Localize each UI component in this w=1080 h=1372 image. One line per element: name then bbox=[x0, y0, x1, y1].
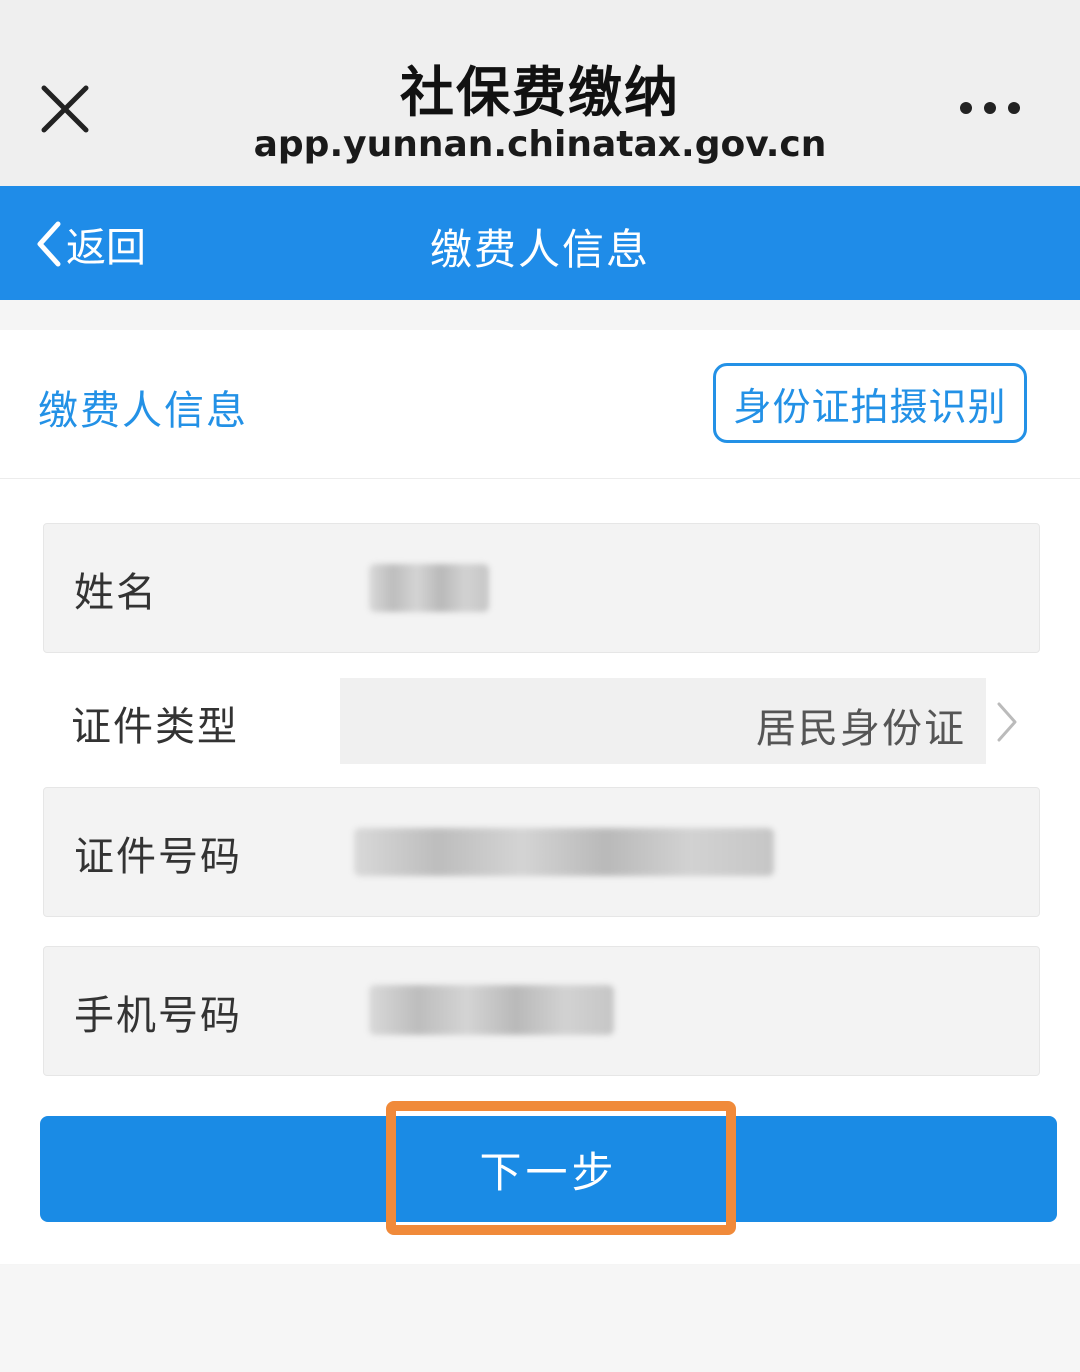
section-title: 缴费人信息 bbox=[38, 388, 248, 434]
app-title: 社保费缴纳 bbox=[400, 61, 680, 124]
phone-field[interactable]: 手机号码 bbox=[43, 946, 1040, 1076]
nav-bar: 返回 缴费人信息 bbox=[0, 186, 1080, 300]
app-url: app.yunnan.chinatax.gov.cn bbox=[253, 124, 827, 165]
id-scan-button[interactable]: 身份证拍摄识别 bbox=[713, 363, 1027, 443]
app-top-bar: 社保费缴纳 app.yunnan.chinatax.gov.cn bbox=[0, 0, 1080, 186]
name-value-redacted bbox=[369, 564, 489, 612]
page-title: 缴费人信息 bbox=[429, 225, 650, 274]
id-number-field[interactable]: 证件号码 bbox=[43, 787, 1040, 917]
more-icon[interactable] bbox=[954, 92, 1026, 124]
next-step-button[interactable]: 下一步 bbox=[40, 1116, 1057, 1222]
section-header: 缴费人信息 身份证拍摄识别 bbox=[0, 330, 1080, 479]
chevron-right-icon bbox=[997, 702, 1017, 742]
phone-value-redacted bbox=[369, 985, 614, 1035]
id-number-label: 证件号码 bbox=[74, 834, 242, 880]
phone-label: 手机号码 bbox=[74, 993, 242, 1039]
id-type-select[interactable]: 居民身份证 bbox=[340, 678, 986, 764]
id-type-label: 证件类型 bbox=[71, 704, 239, 750]
id-type-row: 证件类型 居民身份证 bbox=[43, 678, 1040, 764]
name-field[interactable]: 姓名 bbox=[43, 523, 1040, 653]
bottom-area bbox=[0, 1265, 1080, 1372]
id-number-value-redacted bbox=[354, 828, 774, 876]
name-label: 姓名 bbox=[74, 570, 158, 616]
id-type-value: 居民身份证 bbox=[756, 706, 966, 752]
